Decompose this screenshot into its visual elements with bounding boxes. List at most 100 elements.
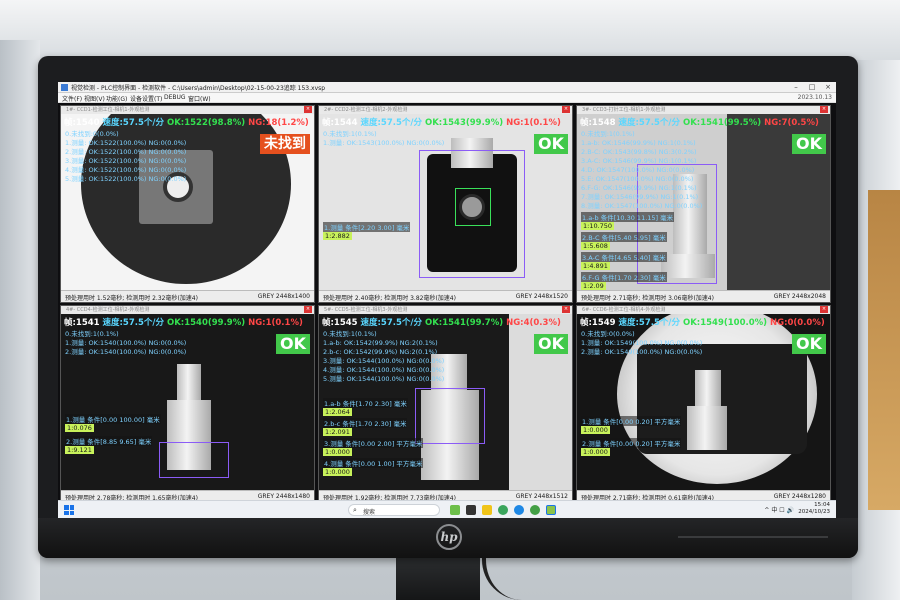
system-tray[interactable]: ^ 中 ☐ 🔊 bbox=[764, 505, 794, 514]
menu-device-settings[interactable]: 设备设置(T) bbox=[130, 94, 162, 103]
close-button[interactable]: × bbox=[820, 82, 836, 93]
stats-header: 帧:1540 速度:57.5个/分 OK:1522(98.8%) NG:18(1… bbox=[64, 118, 309, 128]
stat-line: 2.测量: OK:1540(100.0%) NG:0(0.0%) bbox=[65, 348, 187, 356]
taskbar: ⌕ 搜索 ^ 中 ☐ 🔊 15:04 2024/10/23 bbox=[58, 500, 836, 518]
measure-value: 1:0.000 bbox=[581, 448, 610, 456]
stats-header: 帧:1544 速度:57.5个/分 OK:1543(99.9%) NG:1(0.… bbox=[322, 118, 561, 128]
camera-panel-1[interactable]: 1#- CCD1-检测工位-相机1-外观检测 × 帧:1540 速度:57.5个… bbox=[60, 105, 315, 303]
screen: 视觉检测 - PLC控制界面 - 检测软件 - C:\Users\admin\D… bbox=[58, 82, 836, 518]
hp-logo: hp bbox=[436, 524, 462, 550]
stat-line: 2.测量: OK:1522(100.0%) NG:0(0.0%) bbox=[65, 148, 187, 156]
stat-line: 5.测量: OK:1544(100.0%) NG:0(0.0%) bbox=[323, 375, 445, 383]
measure-value: 1:2.09 bbox=[581, 282, 606, 290]
measure-label: 2.测量 条件[8.85 9.65] 毫米 bbox=[65, 436, 153, 446]
stat-line: 7.测量: OK:1546(99.9%) NG:1(0.1%) bbox=[581, 193, 699, 201]
measure-value: 1:5.608 bbox=[581, 242, 610, 250]
result-badge: 未找到 bbox=[260, 134, 310, 154]
menu-debug[interactable]: DEBUG bbox=[164, 94, 186, 101]
roi-box bbox=[159, 442, 229, 478]
measure-value: 1:10.750 bbox=[581, 222, 615, 230]
camera-panel-3[interactable]: 3#- CCD3-打针工位-相机1-外观检测 × 帧:1548 速度:57.5个… bbox=[576, 105, 831, 303]
panel-title: 5#- CCD5-检测工位-相机3-外观检测 bbox=[324, 307, 408, 313]
stat-line: 2.b-c: OK:1542(99.9%) NG:2(0.1%) bbox=[323, 348, 438, 356]
stat-line: 1.测量: OK:1543(100.0%) NG:0(0.0%) bbox=[323, 139, 445, 147]
timing-text: 预处理用时 1.52毫秒; 检测用时 2.32毫秒(加速4) bbox=[65, 295, 198, 302]
stat-line: 3.A-C: OK:1546(99.9%) NG:1(0.1%) bbox=[581, 157, 697, 165]
windows-start-icon[interactable] bbox=[64, 505, 74, 515]
app-icon bbox=[61, 84, 68, 91]
camera-image: 帧:1548 速度:57.5个/分 OK:1541(99.5%) NG:7(0.… bbox=[577, 114, 830, 292]
app-taskbar-icon[interactable] bbox=[450, 505, 460, 515]
taskbar-search[interactable]: ⌕ 搜索 bbox=[348, 504, 440, 516]
measure-label: 1.a-b 条件[1.70 2.30] 毫米 bbox=[323, 398, 408, 408]
menu-function[interactable]: 功能(G) bbox=[106, 94, 127, 103]
timing-text: 预处理用时 2.40毫秒; 检测用时 3.82毫秒(加速4) bbox=[323, 295, 456, 302]
taskbar-clock[interactable]: 15:04 2024/10/23 bbox=[798, 502, 830, 516]
camera-panel-2[interactable]: 2#- CCD2-检测工位-相机2-外观检测 × 帧:1544 速度:57.5个… bbox=[318, 105, 573, 303]
measure-label: 1.a-b 条件[10.30 11.15] 毫米 bbox=[581, 212, 675, 222]
result-badge: OK bbox=[534, 134, 568, 154]
stats-header: 帧:1548 速度:57.5个/分 OK:1541(99.5%) NG:7(0.… bbox=[580, 118, 819, 128]
image-format: GREY 2448x1480 bbox=[257, 493, 310, 500]
camera-panel-4[interactable]: 4#- CCD4-检测工位-相机2-外观检测 × 帧:1541 速度:57.5个… bbox=[60, 305, 315, 503]
image-format: GREY 2448x2048 bbox=[773, 293, 826, 300]
vision-app-icon[interactable] bbox=[546, 505, 556, 515]
file-explorer-icon[interactable] bbox=[482, 505, 492, 515]
panel-close-button[interactable]: × bbox=[820, 306, 828, 313]
stat-line: 5.测量: OK:1522(100.0%) NG:0(0.0%) bbox=[65, 175, 187, 183]
monitor-bezel-bottom: hp bbox=[38, 518, 858, 558]
app-taskbar-icon[interactable] bbox=[498, 505, 508, 515]
stat-line: 0.未找到:0(0.0%) bbox=[65, 130, 119, 138]
stats-header: 帧:1541 速度:57.5个/分 OK:1540(99.9%) NG:1(0.… bbox=[64, 318, 303, 328]
panel-title: 3#- CCD3-打针工位-相机1-外观检测 bbox=[582, 107, 666, 113]
stat-line: 6.F-G: OK:1546(99.9%) NG:1(0.1%) bbox=[581, 184, 697, 192]
panel-header: 5#- CCD5-检测工位-相机3-外观检测 × bbox=[319, 306, 572, 314]
stat-line: 1.a-b: OK:1546(99.9%) NG:1(0.1%) bbox=[581, 139, 696, 147]
camera-image: 帧:1541 速度:57.5个/分 OK:1540(99.9%) NG:1(0.… bbox=[61, 314, 314, 492]
camera-panel-6[interactable]: 6#- CCD6-检测工位-相机4-外观检测 × 帧:1549 速度:57.5个… bbox=[576, 305, 831, 503]
clock-date: 2024/10/23 bbox=[798, 509, 830, 515]
stat-line: 0.未找到:1(0.1%) bbox=[323, 130, 377, 138]
app-taskbar-icon[interactable] bbox=[530, 505, 540, 515]
result-badge: OK bbox=[792, 134, 826, 154]
panel-header: 6#- CCD6-检测工位-相机4-外观检测 × bbox=[577, 306, 830, 314]
panel-title: 4#- CCD4-检测工位-相机2-外观检测 bbox=[66, 307, 150, 313]
menu-view[interactable]: 视图(V) bbox=[84, 94, 105, 103]
image-format: GREY 2448x1280 bbox=[773, 493, 826, 500]
panel-close-button[interactable]: × bbox=[820, 106, 828, 113]
menu-window[interactable]: 窗口(W) bbox=[188, 94, 211, 103]
panel-close-button[interactable]: × bbox=[304, 106, 312, 113]
camera-panel-5[interactable]: 5#- CCD5-检测工位-相机3-外观检测 × 帧:1545 速度:57.5个… bbox=[318, 305, 573, 503]
stat-line: 5.E: OK:1547(100.0%) NG:0(0.0%) bbox=[581, 175, 694, 183]
measure-label: 2.测量 条件[0.00 0.20] 平方毫米 bbox=[581, 438, 682, 448]
wood-panel bbox=[868, 190, 900, 510]
timing-text: 预处理用时 2.71毫秒; 检测用时 3.06毫秒(加速4) bbox=[581, 295, 714, 302]
roi-box bbox=[415, 388, 485, 444]
part-top bbox=[177, 364, 201, 404]
panel-close-button[interactable]: × bbox=[562, 306, 570, 313]
measure-label: 4.测量 条件[0.00 1.00] 平方毫米 bbox=[323, 458, 424, 468]
roi-box bbox=[419, 150, 525, 278]
stat-line: 2.B-C: OK:1543(99.8%) NG:3(0.2%) bbox=[581, 148, 697, 156]
edge-browser-icon[interactable] bbox=[514, 505, 524, 515]
panel-close-button[interactable]: × bbox=[304, 306, 312, 313]
monitor-buttons[interactable] bbox=[678, 536, 828, 540]
measure-label: 2.b-c 条件[1.70 2.30] 毫米 bbox=[323, 418, 408, 428]
result-badge: OK bbox=[534, 334, 568, 354]
measure-label: 3.A-C 条件[4.65 5.40] 毫米 bbox=[581, 252, 667, 262]
app-taskbar-icon[interactable] bbox=[466, 505, 476, 515]
panel-close-button[interactable]: × bbox=[562, 106, 570, 113]
stat-line: 1.a-b: OK:1542(99.9%) NG:2(0.1%) bbox=[323, 339, 438, 347]
maximize-button[interactable]: □ bbox=[804, 82, 820, 93]
stat-line: 8.测量: OK:1547(100.0%) NG:0(0.0%) bbox=[581, 202, 703, 210]
stat-line: 0.未找到:1(0.1%) bbox=[323, 330, 377, 338]
measure-value: 1:2.882 bbox=[323, 232, 352, 240]
stat-line: 3.测量: OK:1522(100.0%) NG:0(0.0%) bbox=[65, 157, 187, 165]
stats-header: 帧:1545 速度:57.5个/分 OK:1541(99.7%) NG:4(0.… bbox=[322, 318, 561, 328]
panel-header: 1#- CCD1-检测工位-相机1-外观检测 × bbox=[61, 106, 314, 114]
camera-image: 帧:1549 速度:57.5个/分 OK:1549(100.0%) NG:0(0… bbox=[577, 314, 830, 492]
stat-line: 4.测量: OK:1522(100.0%) NG:0(0.0%) bbox=[65, 166, 187, 174]
menu-file[interactable]: 文件(F) bbox=[62, 94, 82, 103]
minimize-button[interactable]: – bbox=[788, 82, 804, 93]
stat-line: 2.测量: OK:1549(100.0%) NG:0(0.0%) bbox=[581, 348, 703, 356]
